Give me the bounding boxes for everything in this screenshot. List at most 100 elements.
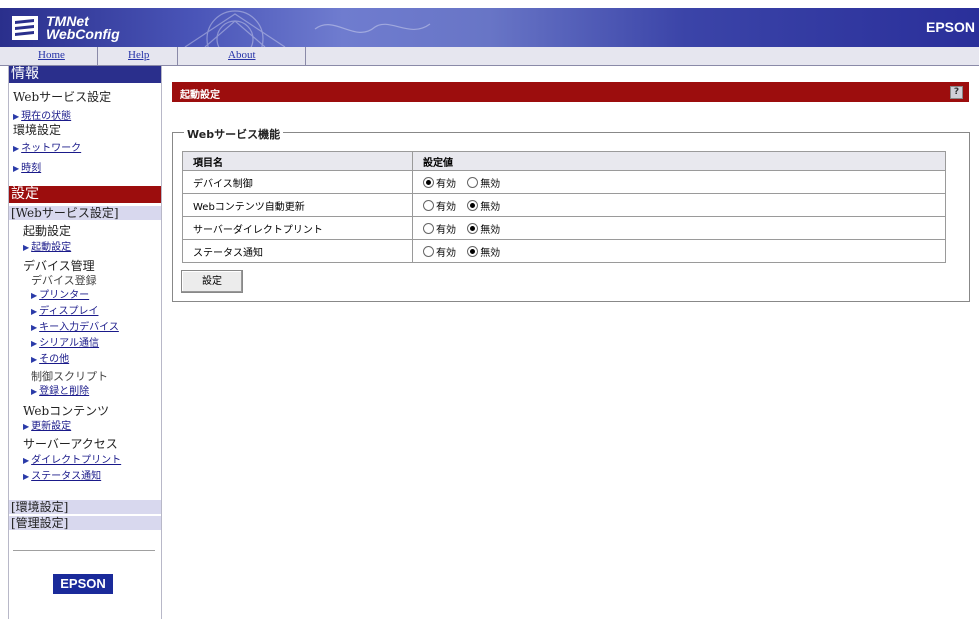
table-row: ステータス通知 有効 無効	[182, 239, 946, 263]
row-value: 有効 無効	[412, 170, 946, 194]
header-decoration-graphic	[184, 10, 431, 47]
sidebar-info-env: 環境設定	[13, 123, 62, 137]
sidebar-link-key-input[interactable]: ▶ キー入力デバイス	[31, 318, 119, 333]
sidebar-link-status-notify[interactable]: ▶ ステータス通知	[23, 467, 101, 482]
sidebar-link-printer[interactable]: ▶ プリンター	[31, 286, 89, 301]
sidebar-section-info: 情報	[9, 66, 161, 83]
link-label: 時刻	[21, 163, 42, 174]
sidebar-band-web-service[interactable]: [Webサービス設定]	[9, 206, 161, 220]
row-name: デバイス制御	[182, 170, 413, 194]
link-label: その他	[39, 354, 70, 365]
arrow-right-icon: ▶	[31, 355, 38, 364]
link-label: シリアル通信	[39, 338, 100, 349]
help-icon[interactable]: ?	[950, 86, 963, 99]
arrow-right-icon: ▶	[31, 387, 38, 396]
logo-mark-icon	[12, 16, 38, 40]
sidebar-link-other[interactable]: ▶ その他	[31, 350, 69, 365]
radio-enable[interactable]	[423, 176, 434, 188]
sidebar-divider	[13, 550, 155, 551]
sidebar-link-startup[interactable]: ▶ 起動設定	[23, 238, 71, 253]
radio-disable-label: 無効	[480, 201, 501, 213]
link-label: ネットワーク	[21, 143, 82, 154]
nav-divider	[97, 47, 98, 66]
service-settings-table: 項目名 設定値 デバイス制御 有効 無効 Webコンテンツ自動更新 有効 無効 …	[182, 151, 946, 263]
sidebar-band-admin[interactable]: [管理設定]	[9, 516, 161, 530]
sidebar-link-register-delete[interactable]: ▶ 登録と削除	[31, 382, 89, 397]
arrow-right-icon: ▶	[31, 307, 38, 316]
radio-enable[interactable]	[423, 245, 434, 257]
radio-enable-label: 有効	[436, 201, 456, 213]
column-header-name: 項目名	[182, 151, 413, 171]
top-nav-bar: Home Help About	[0, 47, 979, 66]
header-top-strip	[0, 0, 979, 8]
arrow-right-icon: ▶	[13, 144, 20, 153]
row-value: 有効 無効	[412, 193, 946, 217]
nav-about-link[interactable]: About	[228, 49, 256, 61]
page-title: 起動設定	[180, 90, 220, 101]
sidebar-link-serial[interactable]: ▶ シリアル通信	[31, 334, 99, 349]
arrow-right-icon: ▶	[13, 112, 20, 121]
sidebar-info-web-service: Webサービス設定	[13, 90, 112, 104]
link-label: 起動設定	[31, 242, 72, 253]
tmnet-webconfig-logo: TMNet WebConfig	[12, 14, 162, 44]
row-value: 有効 無効	[412, 216, 946, 240]
sidebar-link-network[interactable]: ▶ ネットワーク	[13, 139, 81, 154]
sidebar-server-access-heading: サーバーアクセス	[23, 437, 118, 451]
radio-enable-label: 有効	[436, 247, 456, 259]
row-value: 有効 無効	[412, 239, 946, 263]
sidebar-band-env[interactable]: [環境設定]	[9, 500, 161, 514]
column-header-value: 設定値	[412, 151, 946, 171]
logo-text-line2: WebConfig	[46, 26, 120, 42]
page-title-bar: 起動設定 ?	[172, 82, 969, 102]
link-label: ディスプレイ	[39, 306, 99, 317]
link-label: 登録と削除	[39, 386, 90, 397]
radio-disable[interactable]	[467, 222, 479, 234]
radio-enable[interactable]	[423, 199, 434, 211]
nav-divider	[177, 47, 178, 66]
table-row: Webコンテンツ自動更新 有効 無効	[182, 193, 946, 217]
sidebar-link-current-status[interactable]: ▶ 現在の状態	[13, 107, 71, 122]
table-row: デバイス制御 有効 無効	[182, 170, 946, 194]
sidebar-link-display[interactable]: ▶ ディスプレイ	[31, 302, 98, 317]
link-label: ダイレクトプリント	[31, 455, 122, 466]
arrow-right-icon: ▶	[31, 323, 38, 332]
row-name: サーバーダイレクトプリント	[182, 216, 413, 240]
left-sidebar: 情報 Webサービス設定 ▶ 現在の状態 環境設定 ▶ ネットワーク ▶ 時刻 設定 …	[8, 66, 162, 619]
nav-divider	[305, 47, 306, 66]
fieldset-legend: Webサービス機能	[184, 126, 284, 142]
radio-disable-label: 無効	[480, 178, 501, 190]
row-name: Webコンテンツ自動更新	[182, 193, 413, 217]
table-header-row: 項目名 設定値	[182, 151, 946, 171]
radio-disable[interactable]	[467, 245, 479, 257]
arrow-right-icon: ▶	[23, 456, 30, 465]
radio-enable[interactable]	[423, 222, 434, 234]
radio-disable[interactable]	[467, 176, 479, 188]
submit-settings-button[interactable]: 設定	[181, 270, 243, 293]
arrow-right-icon: ▶	[23, 243, 30, 252]
sidebar-startup-heading: 起動設定	[23, 224, 72, 238]
row-name: ステータス通知	[182, 239, 413, 263]
epson-footer-logo: EPSON	[53, 574, 113, 594]
sidebar-link-direct-print[interactable]: ▶ ダイレクトプリント	[23, 451, 121, 466]
sidebar-section-settings: 設定	[9, 186, 161, 203]
radio-disable-label: 無効	[480, 247, 501, 259]
link-label: 更新設定	[31, 421, 72, 432]
arrow-right-icon: ▶	[31, 291, 38, 300]
sidebar-link-update-settings[interactable]: ▶ 更新設定	[23, 417, 71, 432]
radio-disable-label: 無効	[480, 224, 501, 236]
radio-enable-label: 有効	[436, 224, 456, 236]
sidebar-link-time[interactable]: ▶ 時刻	[13, 159, 41, 174]
nav-help-link[interactable]: Help	[128, 49, 149, 61]
link-label: ステータス通知	[31, 471, 102, 482]
arrow-right-icon: ▶	[13, 164, 20, 173]
radio-enable-label: 有効	[436, 178, 456, 190]
arrow-right-icon: ▶	[23, 422, 30, 431]
link-label: プリンター	[39, 290, 90, 301]
radio-disable[interactable]	[467, 199, 479, 211]
table-row: サーバーダイレクトプリント 有効 無効	[182, 216, 946, 240]
app-header: TMNet WebConfig EPSON	[0, 0, 979, 47]
nav-home-link[interactable]: Home	[38, 49, 65, 61]
arrow-right-icon: ▶	[31, 339, 38, 348]
epson-brand-top: EPSON	[925, 19, 975, 35]
arrow-right-icon: ▶	[23, 472, 30, 481]
